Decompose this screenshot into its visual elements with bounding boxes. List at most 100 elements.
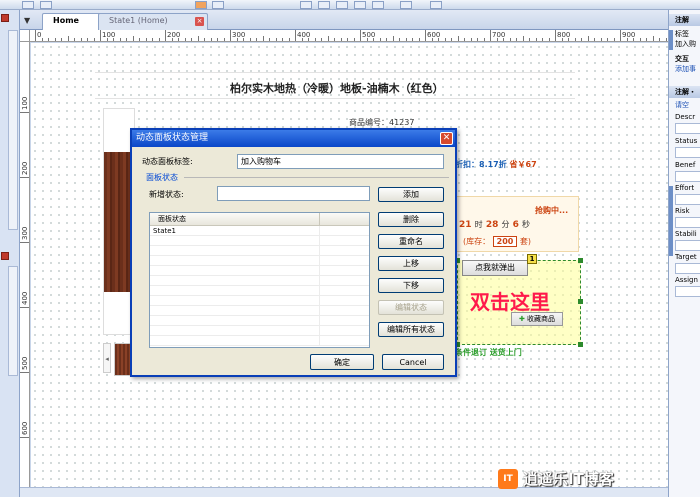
ruler-minor-tick	[464, 38, 465, 41]
ruler-minor-tick	[288, 38, 290, 41]
resize-handle[interactable]	[578, 299, 583, 304]
list-item	[150, 276, 369, 286]
ruler-minor-tick	[178, 38, 179, 41]
stock-info: (库存： 200 套)	[463, 236, 531, 247]
ruler-minor-tick	[639, 38, 641, 41]
list-item	[150, 266, 369, 276]
toolbar-button[interactable]	[195, 1, 207, 9]
add-event-link[interactable]: 添加事	[675, 64, 696, 74]
list-item	[150, 306, 369, 316]
panel-edge-tab[interactable]	[669, 30, 673, 50]
rename-state-button[interactable]: 重命名	[378, 234, 444, 249]
field-label: Risk	[675, 207, 690, 215]
countdown-unit: 秒	[522, 220, 531, 229]
new-state-input[interactable]	[217, 186, 370, 201]
field-input[interactable]	[675, 194, 700, 205]
list-item	[150, 296, 369, 306]
ruler-minor-tick	[67, 36, 69, 41]
ruler-minor-tick	[373, 38, 374, 41]
add-state-button[interactable]: 添加	[378, 187, 444, 202]
ruler-minor-tick	[223, 38, 225, 41]
list-item	[150, 256, 369, 266]
favorite-button[interactable]: ✚ 收藏商品	[511, 312, 563, 326]
ruler-minor-tick	[275, 38, 277, 41]
ruler-minor-tick	[438, 38, 439, 41]
cancel-button[interactable]: Cancel	[382, 354, 444, 370]
toolbar-button[interactable]	[372, 1, 384, 9]
ruler-minor-tick	[301, 38, 303, 41]
ruler-minor-tick	[503, 38, 504, 41]
ruler-minor-tick	[399, 38, 400, 41]
resize-handle[interactable]	[578, 258, 583, 263]
left-scrollbar[interactable]	[8, 266, 18, 376]
ruler-minor-tick	[366, 38, 368, 41]
tab-state1[interactable]: State1 (Home) ×	[98, 13, 208, 30]
buy-popup-button[interactable]: 点我就弹出	[462, 260, 528, 276]
toolbar-button[interactable]	[336, 1, 348, 9]
panel-number-badge: 1	[527, 254, 537, 264]
left-scrollbar[interactable]	[8, 30, 18, 230]
edit-state-button[interactable]: 编辑状态	[378, 300, 444, 315]
label-value[interactable]: 加入购	[675, 39, 696, 49]
panel-label-input[interactable]	[237, 154, 444, 169]
close-icon[interactable]: ×	[195, 17, 204, 26]
move-down-button[interactable]: 下移	[378, 278, 444, 293]
field-label: Assign	[675, 276, 698, 284]
ruler-minor-tick	[243, 38, 244, 41]
toolbar-button[interactable]	[318, 1, 330, 9]
ruler-minor-tick	[132, 36, 134, 41]
ruler-label: 200	[21, 161, 29, 175]
resize-handle[interactable]	[578, 342, 583, 347]
ruler-minor-tick	[483, 38, 485, 41]
field-input[interactable]	[675, 217, 700, 228]
clear-link[interactable]: 请空	[675, 100, 689, 110]
field-input[interactable]	[675, 123, 700, 134]
ruler-tick	[20, 177, 29, 178]
toolbar-button[interactable]	[430, 1, 442, 9]
ruler-minor-tick	[249, 38, 251, 41]
ruler-label: 600	[21, 421, 29, 435]
field-input[interactable]	[675, 171, 700, 182]
field-input[interactable]	[675, 286, 700, 297]
dialog-title-bar[interactable]: 动态面板状态管理	[132, 130, 455, 147]
new-state-caption: 新增状态:	[149, 190, 184, 199]
field-input[interactable]	[675, 263, 700, 274]
ruler-minor-tick	[529, 38, 530, 41]
toolbar-button[interactable]	[22, 1, 34, 9]
toolbar-button[interactable]	[354, 1, 366, 9]
list-item	[150, 316, 369, 326]
tab-dropdown-icon[interactable]: ▼	[24, 16, 30, 25]
save-amount: 省￥67	[509, 160, 537, 169]
field-input[interactable]	[675, 240, 700, 251]
ruler-minor-tick	[379, 38, 381, 41]
ruler-minor-tick	[535, 38, 537, 41]
panel-edge-tab[interactable]	[669, 186, 673, 256]
delete-state-button[interactable]: 删除	[378, 212, 444, 227]
discount-text: 折扣：8.17折 省￥67	[455, 159, 537, 170]
ok-button[interactable]: 确定	[310, 354, 374, 370]
ruler-minor-tick	[262, 36, 264, 41]
state-list[interactable]: 面板状态 State1	[149, 212, 370, 348]
label-caption: 标签	[675, 30, 689, 38]
double-click-hint: 双击这里	[470, 290, 550, 314]
toolbar-button[interactable]	[40, 1, 52, 9]
field-input[interactable]	[675, 147, 700, 158]
list-item[interactable]: State1	[150, 226, 369, 236]
ruler-minor-tick	[282, 38, 283, 41]
ruler-minor-tick	[314, 38, 316, 41]
thumb-prev-icon[interactable]: ◂	[103, 343, 111, 373]
panel-close-icon[interactable]	[1, 14, 9, 22]
ruler-tick	[20, 242, 29, 243]
ruler-minor-tick	[607, 38, 608, 41]
close-icon[interactable]: ✕	[440, 132, 453, 145]
service-text: 条件退订 送货上门	[455, 348, 522, 357]
panel-close-icon[interactable]	[1, 252, 9, 260]
ruler-minor-tick	[386, 38, 387, 41]
edit-all-states-button[interactable]: 编辑所有状态	[378, 322, 444, 337]
toolbar-button[interactable]	[300, 1, 312, 9]
move-up-button[interactable]: 上移	[378, 256, 444, 271]
favorite-label: 收藏商品	[527, 315, 556, 323]
toolbar-button[interactable]	[212, 1, 224, 9]
toolbar-button[interactable]	[400, 1, 412, 9]
ruler-minor-tick	[236, 38, 238, 41]
